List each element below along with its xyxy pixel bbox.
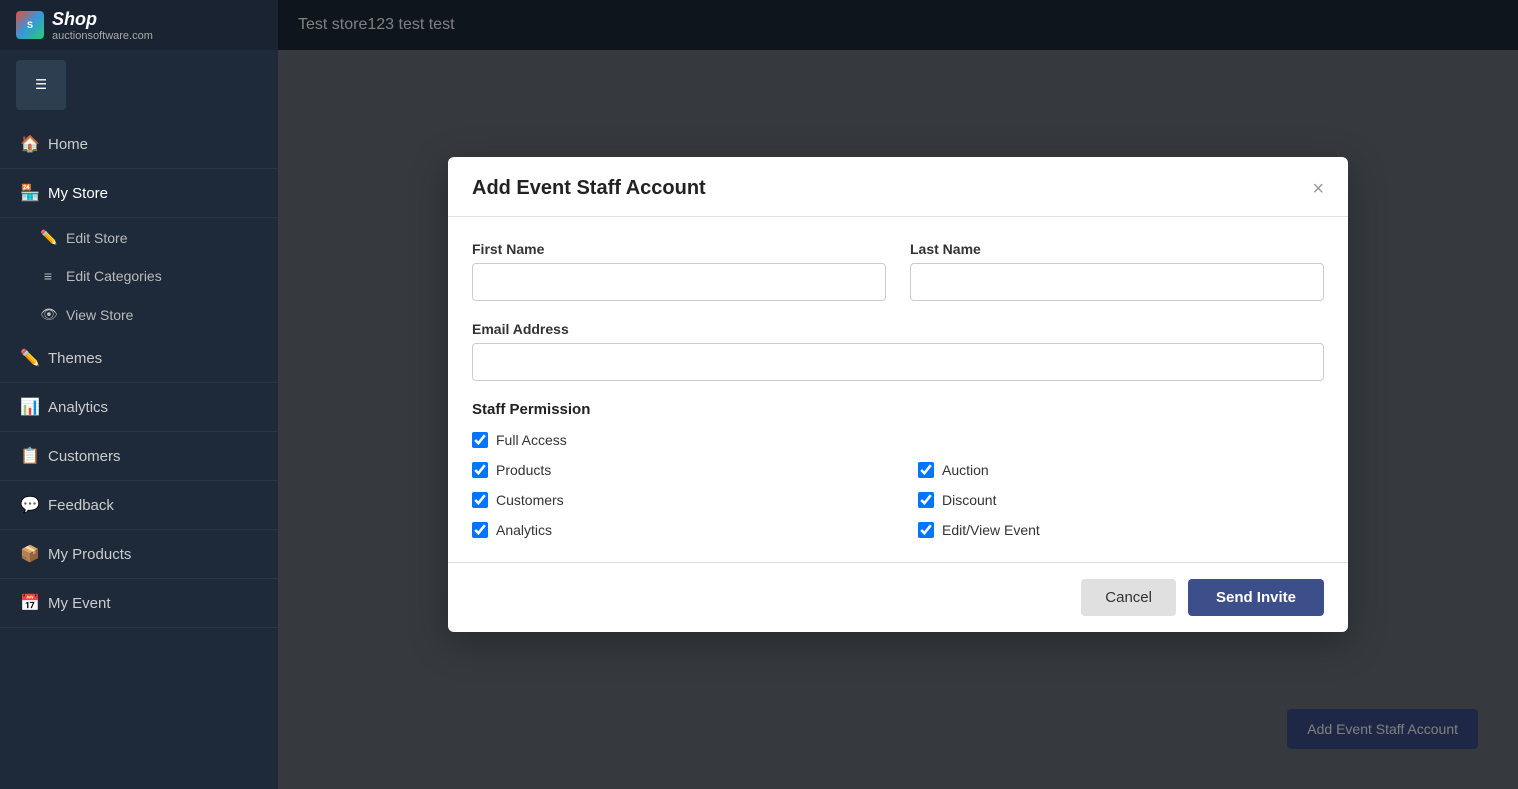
permission-analytics: Analytics [472,522,878,538]
products-label: Products [496,462,551,478]
full-access-label: Full Access [496,432,567,448]
modal-body: First Name Last Name Email Address [448,217,1348,562]
add-event-staff-modal: Add Event Staff Account × First Name Las… [448,157,1348,632]
hamburger-icon: ☰ [35,77,47,93]
sidebar-item-feedback[interactable]: 💬 Feedback [0,481,278,530]
products-icon: 📦 [20,544,38,564]
email-row: Email Address [472,321,1324,381]
modal-overlay: Add Event Staff Account × First Name Las… [278,0,1518,789]
categories-icon: ≡ [40,268,56,284]
edit-view-event-checkbox[interactable] [918,522,934,538]
sidebar-item-label: Customers [48,448,121,465]
sidebar-item-edit-categories[interactable]: ≡ Edit Categories [0,257,278,295]
sidebar-item-my-store[interactable]: 🏪 My Store [0,169,278,218]
sidebar-item-my-event[interactable]: 📅 My Event [0,579,278,628]
sidebar-item-analytics[interactable]: 📊 Analytics [0,383,278,432]
feedback-icon: 💬 [20,495,38,515]
analytics-icon: 📊 [20,397,38,417]
last-name-input[interactable] [910,263,1324,301]
permissions-section: Staff Permission Full Access Products [472,401,1324,538]
modal-title: Add Event Staff Account [472,177,706,200]
sidebar-item-home[interactable]: 🏠 Home [0,120,278,169]
sidebar-item-label: Home [48,136,88,153]
last-name-group: Last Name [910,241,1324,301]
email-label: Email Address [472,321,1324,337]
sidebar-item-customers[interactable]: 📋 Customers [0,432,278,481]
auction-label: Auction [942,462,989,478]
analytics-checkbox[interactable] [472,522,488,538]
sidebar-item-edit-store[interactable]: ✏️ Edit Store [0,218,278,257]
logo-icon: S [16,11,44,39]
logo-domain: auctionsoftware.com [52,30,153,42]
permission-auction: Auction [918,462,1324,478]
sidebar-item-label: Edit Store [66,230,127,246]
themes-icon: ✏️ [20,348,38,368]
sidebar-item-label: My Products [48,546,131,563]
sidebar-item-my-products[interactable]: 📦 My Products [0,530,278,579]
store-icon: 🏪 [20,183,38,203]
sidebar-item-themes[interactable]: ✏️ Themes [0,334,278,383]
sidebar-item-label: My Store [48,185,108,202]
main-content: Test store123 test test Add Event Staff … [278,0,1518,789]
event-icon: 📅 [20,593,38,613]
first-name-input[interactable] [472,263,886,301]
email-input[interactable] [472,343,1324,381]
edit-view-event-label: Edit/View Event [942,522,1040,538]
discount-label: Discount [942,492,996,508]
home-icon: 🏠 [20,134,38,154]
permission-discount: Discount [918,492,1324,508]
first-name-label: First Name [472,241,886,257]
edit-icon: ✏️ [40,229,56,246]
sidebar-item-label: View Store [66,307,133,323]
permission-full-access: Full Access [472,432,1324,448]
permission-products: Products [472,462,878,478]
first-name-group: First Name [472,241,886,301]
sidebar: S Shop auctionsoftware.com ☰ 🏠 Home 🏪 My… [0,0,278,789]
sidebar-item-label: Themes [48,350,102,367]
send-invite-button[interactable]: Send Invite [1188,579,1324,616]
customers-checkbox[interactable] [472,492,488,508]
analytics-label: Analytics [496,522,552,538]
customers-label: Customers [496,492,564,508]
last-name-label: Last Name [910,241,1324,257]
sidebar-item-label: Analytics [48,399,108,416]
sidebar-nav: 🏠 Home 🏪 My Store ✏️ Edit Store ≡ Edit C… [0,120,278,789]
full-access-checkbox[interactable] [472,432,488,448]
modal-footer: Cancel Send Invite [448,562,1348,632]
sidebar-item-view-store[interactable]: 👁 View Store [0,295,278,334]
name-row: First Name Last Name [472,241,1324,301]
sidebar-item-label: Feedback [48,497,114,514]
sidebar-header: S Shop auctionsoftware.com [0,0,278,50]
modal-header: Add Event Staff Account × [448,157,1348,217]
permission-section-label: Staff Permission [472,401,1324,418]
eye-icon: 👁 [40,306,56,323]
permission-grid: Products Auction Customers Discount [472,462,1324,538]
customers-icon: 📋 [20,446,38,466]
logo-text: Shop [52,9,153,30]
cancel-button[interactable]: Cancel [1081,579,1176,616]
products-checkbox[interactable] [472,462,488,478]
menu-toggle-button[interactable]: ☰ [16,60,66,110]
modal-close-button[interactable]: × [1312,179,1324,199]
sidebar-item-label: My Event [48,595,111,612]
email-group: Email Address [472,321,1324,381]
permission-customers: Customers [472,492,878,508]
auction-checkbox[interactable] [918,462,934,478]
sidebar-item-label: Edit Categories [66,268,162,284]
discount-checkbox[interactable] [918,492,934,508]
permission-edit-view-event: Edit/View Event [918,522,1324,538]
